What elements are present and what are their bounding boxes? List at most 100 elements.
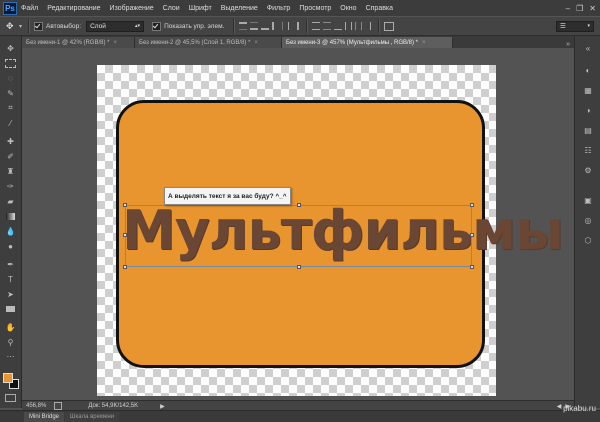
- menu-image[interactable]: Изображение: [110, 5, 154, 12]
- menu-help[interactable]: Справка: [366, 5, 393, 12]
- distribute-top-icon[interactable]: [312, 22, 321, 30]
- eraser-tool-icon[interactable]: ▰: [4, 195, 17, 207]
- transform-handle[interactable]: [470, 203, 474, 207]
- panel-dock: « ◐ ▦ ◑ ▤ ☷ ⚙ ▣ ◎ ⬡: [574, 36, 600, 408]
- marquee-tool-icon[interactable]: [4, 57, 17, 69]
- autoselect-label: Автовыбор:: [46, 22, 82, 30]
- transform-handle[interactable]: [470, 265, 474, 269]
- bottom-panel-bar: Mini Bridge Шкала времени: [0, 410, 600, 422]
- gradient-tool-icon[interactable]: [4, 210, 17, 222]
- menu-view[interactable]: Просмотр: [299, 5, 331, 12]
- path-select-tool-icon[interactable]: ➤: [4, 288, 17, 300]
- show-controls-checkbox[interactable]: [152, 21, 162, 31]
- menu-filter[interactable]: Фильтр: [267, 5, 291, 12]
- move-tool-icon[interactable]: ✥: [4, 42, 17, 54]
- status-menu-arrow-icon[interactable]: ▶: [160, 403, 165, 410]
- layers-panel-icon[interactable]: ▣: [581, 194, 595, 206]
- scroll-left-icon[interactable]: ◀: [557, 403, 562, 410]
- menu-file[interactable]: Файл: [21, 5, 38, 12]
- document-size: Док: 54,9K/142,5K: [88, 403, 139, 409]
- tool-preset-dropdown-icon[interactable]: ▾: [19, 23, 22, 30]
- styles-panel-icon[interactable]: ▤: [581, 124, 595, 136]
- autoselect-value: Слой: [90, 22, 106, 30]
- collapse-panels-icon[interactable]: «: [581, 42, 595, 54]
- brush-tool-icon[interactable]: ✐: [4, 150, 17, 162]
- transform-handle[interactable]: [297, 203, 301, 207]
- move-tool-icon[interactable]: ✥: [6, 21, 16, 31]
- close-icon[interactable]: ×: [113, 40, 117, 46]
- distribute-right-icon[interactable]: [365, 22, 372, 30]
- align-hcenter-icon[interactable]: [282, 22, 290, 30]
- history-panel-icon[interactable]: ⚙: [581, 164, 595, 176]
- auto-align-layers-icon[interactable]: [384, 21, 395, 31]
- distribute-bottom-icon[interactable]: [334, 23, 343, 30]
- healing-brush-tool-icon[interactable]: ✚: [4, 135, 17, 147]
- tab-mini-bridge[interactable]: Mini Bridge: [24, 411, 65, 422]
- dropdown-arrow-icon: ▾: [587, 23, 590, 29]
- quick-select-tool-icon[interactable]: ✎: [4, 87, 17, 99]
- autoselect-checkbox[interactable]: [34, 21, 44, 31]
- hand-tool-icon[interactable]: ✋: [4, 321, 17, 333]
- dodge-tool-icon[interactable]: ●: [4, 240, 17, 252]
- color-panel-icon[interactable]: ◐: [581, 64, 595, 76]
- lasso-tool-icon[interactable]: ◌: [4, 72, 17, 84]
- channels-panel-icon[interactable]: ◎: [581, 214, 595, 226]
- align-bottom-icon[interactable]: [261, 23, 270, 30]
- eyedropper-tool-icon[interactable]: ⁄: [4, 117, 17, 129]
- type-tool-icon[interactable]: T: [4, 273, 17, 285]
- workspace-dropdown[interactable]: ☰ ▾: [556, 20, 594, 32]
- foreground-color-swatch[interactable]: [3, 373, 13, 383]
- zoom-level[interactable]: 456,8%: [26, 403, 46, 409]
- distribute-left-icon[interactable]: [345, 22, 353, 30]
- tab-doc-2[interactable]: Без имени-2 @ 45,5% (Слой 1, RGB/8) * ×: [135, 37, 282, 48]
- menu-window[interactable]: Окно: [340, 5, 356, 12]
- pen-tool-icon[interactable]: ✒: [4, 258, 17, 270]
- close-window-icon[interactable]: ✕: [589, 4, 596, 13]
- photoshop-logo: Ps: [3, 1, 17, 15]
- quick-mask-icon[interactable]: [5, 394, 16, 402]
- align-right-icon[interactable]: [292, 22, 300, 30]
- more-tools-icon[interactable]: ⋯: [4, 350, 17, 362]
- paths-panel-icon[interactable]: ⬡: [581, 234, 595, 246]
- align-left-icon[interactable]: [272, 22, 279, 30]
- transform-handle[interactable]: [297, 265, 301, 269]
- tab-timeline[interactable]: Шкала времени: [65, 411, 120, 422]
- adjustments-panel-icon[interactable]: ◑: [581, 104, 595, 116]
- minimize-icon[interactable]: –: [566, 4, 570, 13]
- tabs-overflow-icon[interactable]: »: [566, 41, 570, 48]
- options-bar: ✥ ▾ Автовыбор: Слой ▴▾ Показать упр. эле…: [0, 16, 600, 36]
- zoom-tool-icon[interactable]: ⚲: [4, 336, 17, 348]
- properties-panel-icon[interactable]: ☷: [581, 144, 595, 156]
- tab-doc-1[interactable]: Без имени-1 @ 42% (RGB/8) * ×: [22, 37, 135, 48]
- transform-handle[interactable]: [123, 233, 127, 237]
- document-tabs: Без имени-1 @ 42% (RGB/8) * × Без имени-…: [22, 36, 574, 48]
- crop-tool-icon[interactable]: ⌗: [4, 102, 17, 114]
- transform-bounding-box[interactable]: [123, 203, 474, 269]
- tab-label: Без имени-3 @ 457% (Мультфильмы , RGB/8)…: [286, 39, 419, 46]
- transform-handle[interactable]: [470, 233, 474, 237]
- distribute-vcenter-icon[interactable]: [323, 22, 332, 30]
- tab-label: Без имени-2 @ 45,5% (Слой 1, RGB/8) *: [139, 39, 251, 46]
- status-info-icon[interactable]: [54, 402, 63, 410]
- rectangle-tool-icon[interactable]: [4, 303, 17, 315]
- close-icon[interactable]: ×: [422, 40, 426, 46]
- blur-tool-icon[interactable]: 💧: [4, 225, 17, 237]
- close-icon[interactable]: ×: [254, 40, 258, 46]
- transform-handle[interactable]: [123, 203, 127, 207]
- transform-handle[interactable]: [123, 265, 127, 269]
- autoselect-dropdown[interactable]: Слой ▴▾: [86, 20, 145, 32]
- menu-layers[interactable]: Слои: [163, 5, 180, 12]
- distribute-hcenter-icon[interactable]: [355, 22, 363, 30]
- align-vcenter-icon[interactable]: [250, 22, 259, 30]
- restore-icon[interactable]: ❐: [576, 4, 583, 13]
- tab-doc-3[interactable]: Без имени-3 @ 457% (Мультфильмы , RGB/8)…: [282, 37, 453, 48]
- menu-edit[interactable]: Редактирование: [47, 5, 100, 12]
- menu-type[interactable]: Шрифт: [189, 5, 212, 12]
- swatches-panel-icon[interactable]: ▦: [581, 84, 595, 96]
- tab-label: Без имени-1 @ 42% (RGB/8) *: [26, 39, 110, 46]
- clone-stamp-tool-icon[interactable]: ♜: [4, 165, 17, 177]
- history-brush-tool-icon[interactable]: ✑: [4, 180, 17, 192]
- align-top-icon[interactable]: [239, 22, 248, 30]
- tooltip: А выделять текст я за вас буду? ^_^: [164, 187, 291, 205]
- menu-select[interactable]: Выделение: [221, 5, 258, 12]
